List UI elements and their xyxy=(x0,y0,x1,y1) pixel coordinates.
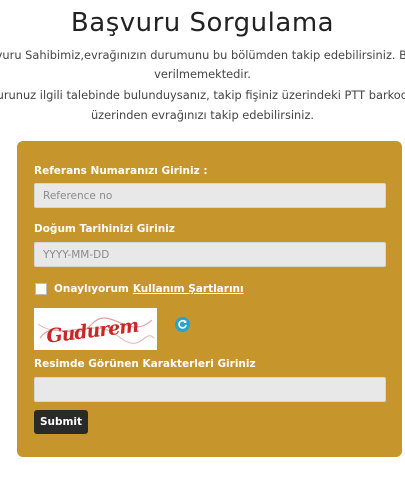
reference-input[interactable] xyxy=(34,183,386,208)
page: Başvuru Sorgulama Sayın Başvuru Sahibimi… xyxy=(0,0,405,480)
captcha-graphic: Gudurem xyxy=(34,308,157,350)
description-line-3: Eğer başvurunuz ilgili talebinde bulundu… xyxy=(0,88,405,102)
captcha-image: Gudurem xyxy=(34,308,157,350)
page-title: Başvuru Sorgulama xyxy=(70,8,335,38)
agree-label: Onaylıyorum xyxy=(54,283,129,295)
terms-link[interactable]: Kullanım Şartlarını xyxy=(133,283,244,295)
agree-checkbox[interactable] xyxy=(35,283,47,295)
captcha-label: Resimde Görünen Karakterleri Giriniz xyxy=(34,358,256,370)
inquiry-form: Referans Numaranızı Giriniz : Doğum Tari… xyxy=(17,141,402,457)
dob-input[interactable] xyxy=(34,242,386,267)
refresh-icon xyxy=(175,317,190,332)
description-line-4: üzerinden evrağınızı takip edebilirsiniz… xyxy=(90,108,315,122)
agree-row: Onaylıyorum Kullanım Şartlarını xyxy=(34,281,244,297)
description-line-1: Sayın Başvuru Sahibimiz,evrağınızın duru… xyxy=(0,48,405,62)
reference-label: Referans Numaranızı Giriniz : xyxy=(34,165,208,177)
submit-button[interactable]: Submit xyxy=(34,410,88,434)
dob-label: Doğum Tarihinizi Giriniz xyxy=(34,223,175,235)
description-line-2: verilmemektedir. xyxy=(154,67,251,81)
captcha-input[interactable] xyxy=(34,377,386,402)
refresh-captcha-button[interactable] xyxy=(175,317,190,332)
